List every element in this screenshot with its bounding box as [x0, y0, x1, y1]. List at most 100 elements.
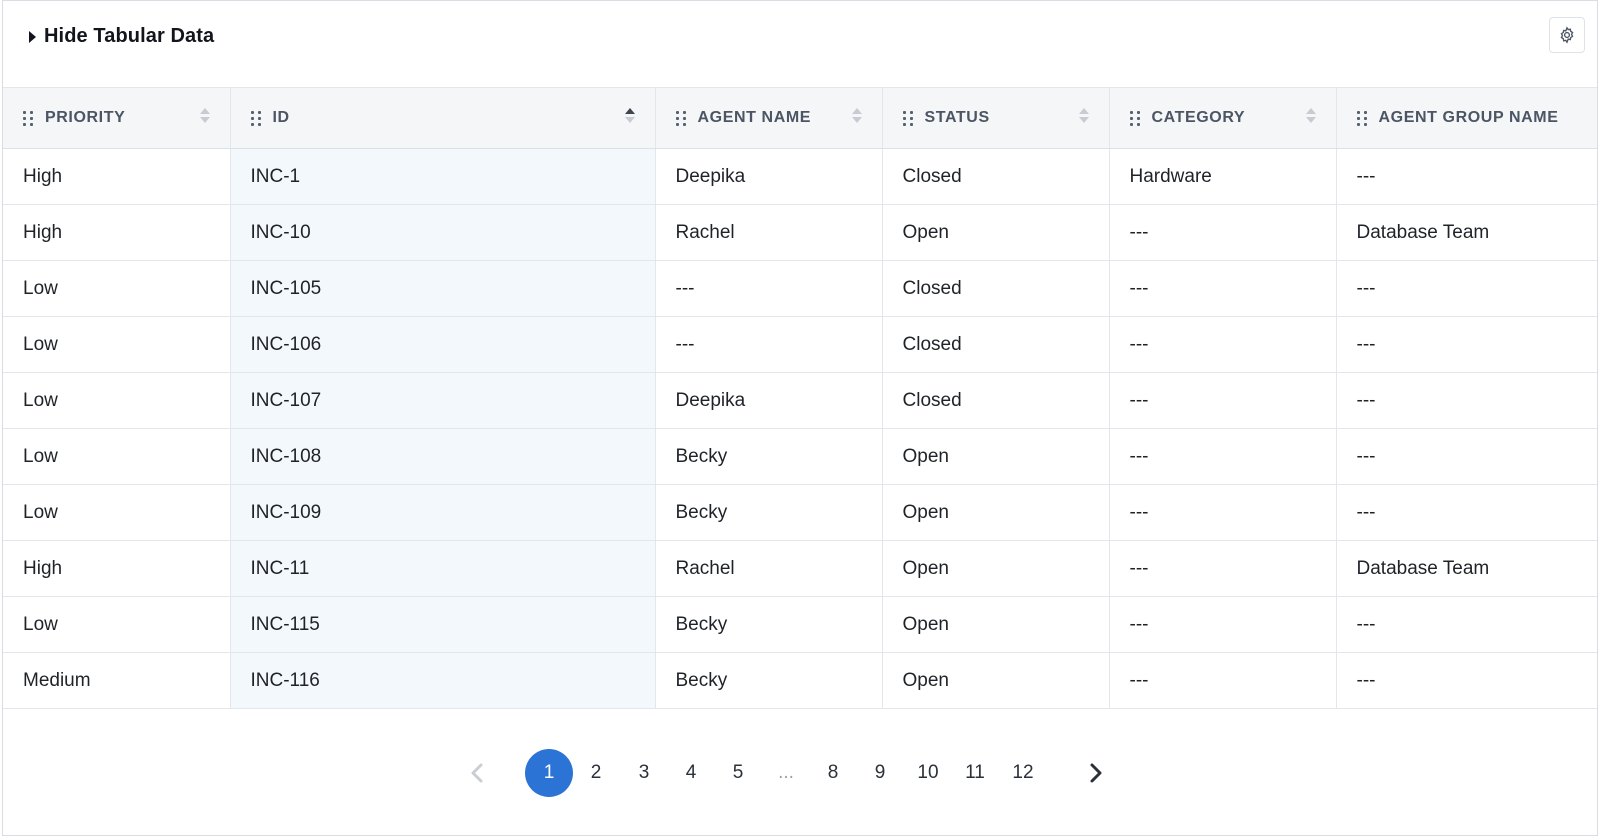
chevron-left-icon[interactable]: [466, 761, 490, 785]
drag-handle-icon[interactable]: [902, 110, 913, 126]
column-header[interactable]: PRIORITY: [3, 88, 231, 149]
table-cell: Open: [882, 596, 1110, 653]
table-cell: INC-116: [230, 652, 656, 709]
page-number[interactable]: 3: [620, 749, 668, 797]
table-row[interactable]: Low INC-108 Becky Open --- ---: [3, 428, 1597, 485]
table-header-row: PRIORITY ID AGENT NAME STATUS CATEGORY AGENT …: [3, 88, 1597, 149]
table-cell: INC-11: [230, 540, 656, 597]
column-header-content: AGENT GROUP NAME: [1337, 88, 1598, 148]
pagination: 1 2 3 4 5... 8 9 10 11 12: [3, 749, 1597, 801]
column-header[interactable]: AGENT NAME: [655, 88, 883, 149]
table-cell: Becky: [655, 596, 883, 653]
column-header[interactable]: STATUS: [882, 88, 1110, 149]
sort-icon[interactable]: [851, 108, 862, 123]
table-row[interactable]: Medium INC-116 Becky Open --- ---: [3, 652, 1597, 709]
column-header-content: CATEGORY: [1110, 88, 1336, 148]
table-row[interactable]: Low INC-115 Becky Open --- ---: [3, 596, 1597, 653]
page-number[interactable]: 8: [809, 749, 857, 797]
tabular-data-panel: Hide Tabular Data PRIORITY ID AGENT NAME ST…: [2, 0, 1598, 836]
drag-handle-icon[interactable]: [250, 110, 261, 126]
table-row[interactable]: High INC-1 Deepika Closed Hardware ---: [3, 148, 1597, 205]
table-cell: ---: [1109, 204, 1337, 261]
table-row[interactable]: Low INC-105 --- Closed --- ---: [3, 260, 1597, 317]
table-cell: ---: [1109, 372, 1337, 429]
pagination-ellipsis: ...: [778, 762, 794, 783]
table-row[interactable]: Low INC-107 Deepika Closed --- ---: [3, 372, 1597, 429]
table-cell: Closed: [882, 316, 1110, 373]
table-cell: ---: [1336, 148, 1597, 205]
column-header[interactable]: AGENT GROUP NAME: [1336, 88, 1597, 149]
column-header-label: CATEGORY: [1151, 109, 1246, 126]
page-number[interactable]: 10: [904, 749, 952, 797]
table-cell: High: [3, 540, 231, 597]
table-cell: Deepika: [655, 148, 883, 205]
table-cell: ---: [1336, 372, 1597, 429]
sort-icon[interactable]: [1305, 108, 1316, 123]
table-cell: ---: [1109, 596, 1337, 653]
table-cell: INC-109: [230, 484, 656, 541]
column-header-label: ID: [272, 109, 290, 126]
drag-handle-icon[interactable]: [1356, 110, 1367, 126]
table-cell: ---: [1336, 260, 1597, 317]
page-number[interactable]: 5: [714, 749, 762, 797]
table-cell: ---: [1109, 484, 1337, 541]
table-cell: Database Team: [1336, 540, 1597, 597]
column-header-content: AGENT NAME: [656, 88, 882, 148]
table-cell: INC-106: [230, 316, 656, 373]
table-cell: Low: [3, 260, 231, 317]
column-header[interactable]: CATEGORY: [1109, 88, 1337, 149]
table-row[interactable]: Low INC-109 Becky Open --- ---: [3, 484, 1597, 541]
table-cell: High: [3, 204, 231, 261]
table-cell: Open: [882, 540, 1110, 597]
table-cell: ---: [1336, 428, 1597, 485]
hide-tabular-data-toggle[interactable]: Hide Tabular Data: [29, 25, 214, 48]
table-cell: INC-1: [230, 148, 656, 205]
page-number[interactable]: 11: [951, 749, 999, 797]
drag-handle-icon[interactable]: [23, 110, 33, 126]
table-cell: Deepika: [655, 372, 883, 429]
table-cell: ---: [1109, 316, 1337, 373]
table-cell: Database Team: [1336, 204, 1597, 261]
panel-header: Hide Tabular Data: [3, 1, 1597, 87]
column-header-label: AGENT NAME: [697, 109, 812, 126]
table-cell: Low: [3, 428, 231, 485]
drag-handle-icon[interactable]: [675, 110, 686, 126]
table-cell: ---: [1109, 260, 1337, 317]
table-cell: ---: [1336, 316, 1597, 373]
column-header-label: AGENT GROUP NAME: [1378, 109, 1559, 126]
table-row[interactable]: Low INC-106 --- Closed --- ---: [3, 316, 1597, 373]
settings-button[interactable]: [1549, 17, 1585, 53]
table-cell: Becky: [655, 428, 883, 485]
page-number[interactable]: 12: [999, 749, 1047, 797]
table-cell: Closed: [882, 260, 1110, 317]
table-cell: Rachel: [655, 204, 883, 261]
page-number[interactable]: 4: [667, 749, 715, 797]
sort-icon[interactable]: [624, 108, 635, 123]
table-cell: INC-107: [230, 372, 656, 429]
table-cell: Rachel: [655, 540, 883, 597]
table-cell: ---: [1109, 652, 1337, 709]
caret-right-icon: [29, 30, 36, 43]
table-cell: ---: [1109, 428, 1337, 485]
table-cell: Hardware: [1109, 148, 1337, 205]
sort-icon[interactable]: [1078, 108, 1089, 123]
page-number[interactable]: 9: [856, 749, 904, 797]
page-number[interactable]: 1: [525, 749, 573, 797]
table-row[interactable]: High INC-10 Rachel Open --- Database Team: [3, 204, 1597, 261]
table-cell: Low: [3, 484, 231, 541]
data-table-container[interactable]: PRIORITY ID AGENT NAME STATUS CATEGORY AGENT …: [3, 87, 1597, 720]
drag-handle-icon[interactable]: [1129, 110, 1140, 126]
table-cell: Open: [882, 484, 1110, 541]
table-row[interactable]: High INC-11 Rachel Open --- Database Team: [3, 540, 1597, 597]
table-cell: ---: [1109, 540, 1337, 597]
table-cell: INC-115: [230, 596, 656, 653]
table-cell: Becky: [655, 652, 883, 709]
table-cell: INC-10: [230, 204, 656, 261]
chevron-right-icon[interactable]: [1083, 761, 1107, 785]
table-cell: Low: [3, 596, 231, 653]
table-cell: Low: [3, 372, 231, 429]
sort-icon[interactable]: [199, 108, 210, 123]
page-number[interactable]: 2: [572, 749, 620, 797]
column-header[interactable]: ID: [230, 88, 656, 149]
column-header-content: STATUS: [883, 88, 1109, 148]
